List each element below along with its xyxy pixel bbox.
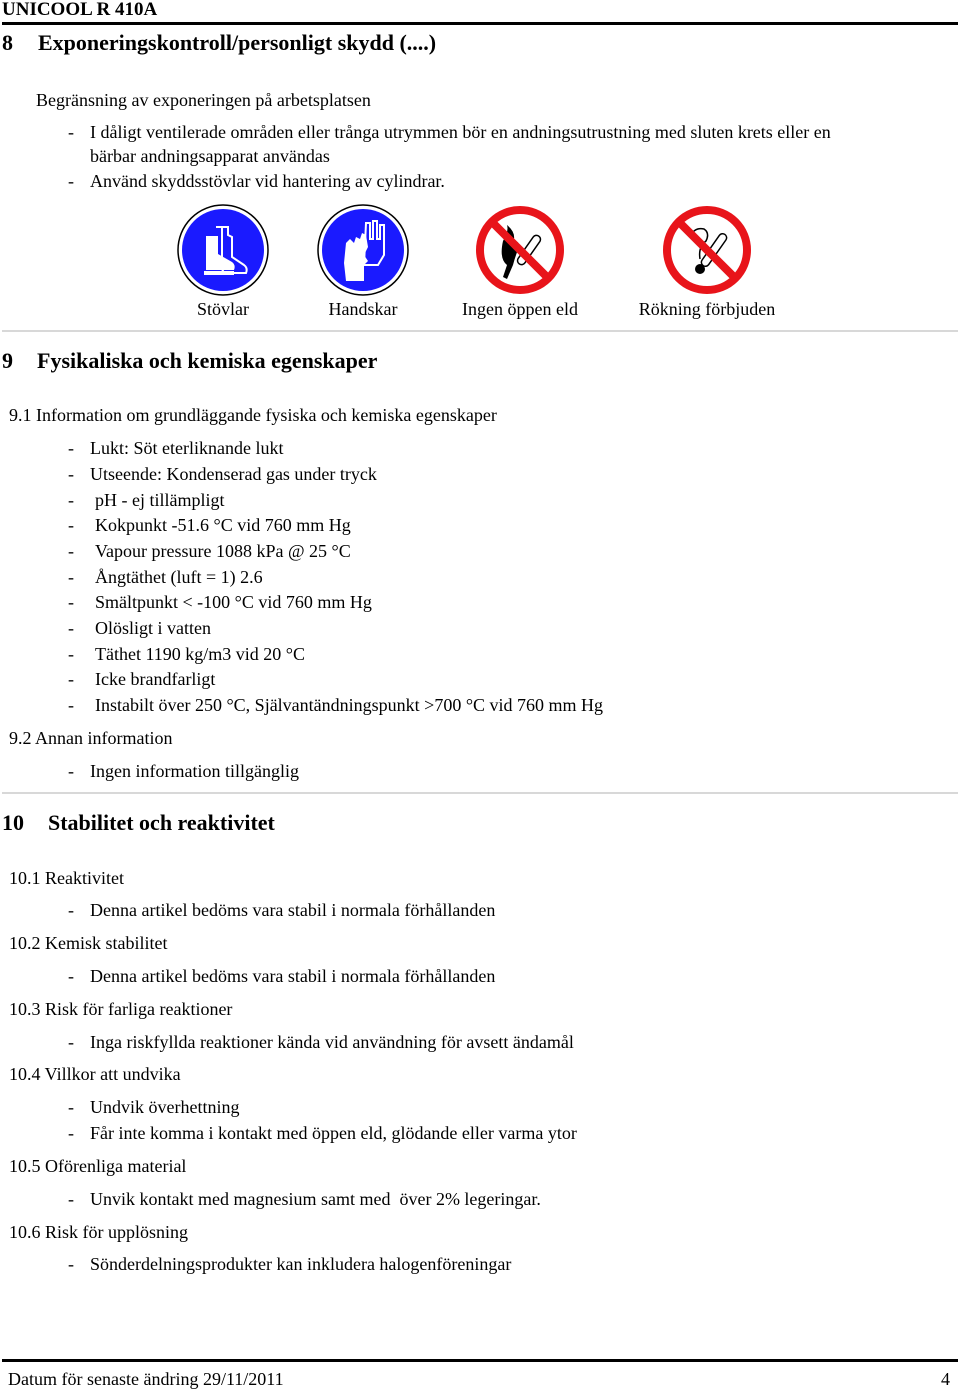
bullet-item: - Ingen information tillgänglig — [68, 761, 299, 781]
bullet-dash: - — [68, 618, 74, 638]
bullet-dash: - — [68, 1123, 74, 1143]
property-text: Instabilt över 250 °C, Självantändningsp… — [95, 695, 604, 715]
bullet-item: - Denna artikel bedöms vara stabil i norm… — [68, 900, 495, 921]
section-9-heading: 9 Fysikaliska och kemiska egenskaper — [2, 348, 377, 374]
section-number: 9 — [2, 348, 13, 373]
property-text: Lukt: Söt eterliknande lukt — [90, 438, 284, 458]
bullet-dash: - — [68, 567, 74, 587]
bullet-text: Denna artikel bedöms vara stabil i norma… — [90, 900, 496, 920]
property-item: - Utseende: Kondenserad gas under tryck — [68, 464, 377, 485]
section-title: Fysikaliska och kemiska egenskaper — [37, 348, 378, 373]
bullet-text: Sönderdelningsprodukter kan inkludera ha… — [90, 1254, 512, 1274]
no-smoking-icon — [660, 203, 754, 297]
bullet-continuation: bärbar andningsapparat användas — [90, 146, 330, 166]
subsection-title: 10.4 Villkor att undvika — [9, 1064, 181, 1084]
bullet-item: - Undvik överhettning — [68, 1097, 239, 1118]
subsection-title: 9.2 Annan information — [9, 728, 173, 748]
property-text: Smältpunkt < -100 °C vid 760 mm Hg — [95, 592, 372, 612]
bullet-dash: - — [68, 438, 74, 458]
sign-label: Handskar — [328, 299, 398, 319]
last-modified-date: Datum för senaste ändring 29/11/2011 — [8, 1369, 284, 1389]
subsection-title: 10.2 Kemisk stabilitet — [9, 933, 168, 953]
property-item: - pH - ej tillämpligt — [68, 490, 224, 511]
bullet-dash: - — [68, 695, 74, 715]
property-item: - Kokpunkt -51.6 °C vid 760 mm Hg — [68, 515, 351, 536]
subheading: Begränsning av exponeringen på arbetspla… — [36, 90, 371, 110]
subsection-title: 10.5 Oförenliga material — [9, 1156, 187, 1176]
bullet-text: Denna artikel bedöms vara stabil i norma… — [90, 966, 496, 986]
property-text: pH - ej tillämpligt — [95, 490, 225, 510]
bullet-dash: - — [68, 644, 74, 664]
bullet-dash: - — [68, 966, 74, 986]
property-text: Ångtäthet (luft = 1) 2.6 — [95, 567, 263, 587]
property-text: Kokpunkt -51.6 °C vid 760 mm Hg — [95, 515, 351, 535]
bullet-item: - Unvik kontakt med magnesium samt med öv… — [68, 1189, 541, 1210]
bullet-dash: - — [68, 1032, 74, 1052]
header-rule — [2, 22, 958, 25]
bullet-dash: - — [68, 1189, 74, 1209]
bullet-item: - Denna artikel bedöms vara stabil i norm… — [68, 966, 495, 987]
property-text: Icke brandfarligt — [95, 669, 216, 689]
gloves-icon — [316, 203, 410, 297]
bullet-text: Inga riskfyllda reaktioner kända vid anv… — [90, 1032, 574, 1052]
bullet-dash: - — [68, 515, 74, 535]
bullet-item: - Inga riskfyllda reaktioner kända vid an… — [68, 1032, 574, 1053]
sign-label: Rökning förbjuden — [638, 299, 776, 319]
bullet-text: Unvik kontakt med magnesium samt med öve… — [90, 1189, 541, 1209]
bullet-text: Undvik överhettning — [90, 1097, 240, 1117]
bullet-dash: - — [68, 464, 74, 484]
subsection-title: 10.1 Reaktivitet — [9, 868, 124, 888]
bullet-dash: - — [68, 592, 74, 612]
section-number: 10 — [2, 810, 24, 835]
section-divider — [2, 330, 958, 332]
no-open-flame-icon — [473, 203, 567, 297]
page-number: 4 — [941, 1369, 950, 1389]
section-8-heading: 8 Exponeringskontroll/personligt skydd (.… — [2, 30, 436, 56]
property-item: - Olösligt i vatten — [68, 618, 211, 639]
property-text: Olösligt i vatten — [95, 618, 211, 638]
boots-icon — [176, 203, 270, 297]
subsection-title: 9.1 Information om grundläggande fysiska… — [9, 405, 497, 425]
bullet-item: -I dåligt ventilerade områden eller trån… — [68, 122, 831, 142]
property-text: Vapour pressure 1088 kPa @ 25 °C — [95, 541, 351, 561]
bullet-dash: - — [68, 1254, 74, 1274]
section-10-heading: 10 Stabilitet och reaktivitet — [2, 810, 275, 836]
property-item: - Vapour pressure 1088 kPa @ 25 °C — [68, 541, 351, 562]
subsection-title: 10.3 Risk för farliga reaktioner — [9, 999, 233, 1019]
property-text: Utseende: Kondenserad gas under tryck — [90, 464, 377, 484]
bullet-dash: - — [68, 900, 74, 920]
bullet-item: - Sönderdelningsprodukter kan inkludera h… — [68, 1254, 511, 1275]
bullet-text: Får inte komma i kontakt med öppen eld, … — [90, 1123, 577, 1143]
footer-rule — [2, 1359, 958, 1362]
property-item: - Instabilt över 250 °C, Självantändnings… — [68, 695, 603, 716]
bullet-item: - Får inte komma i kontakt med öppen eld,… — [68, 1123, 577, 1144]
bullet-dash: - — [68, 541, 74, 561]
document-title: UNICOOL R 410A — [2, 0, 158, 20]
bullet-dash: - — [68, 490, 74, 510]
property-item: - Täthet 1190 kg/m3 vid 20 °C — [68, 644, 305, 665]
sign-label: Stövlar — [197, 299, 249, 319]
section-title: Stabilitet och reaktivitet — [48, 810, 275, 835]
property-text: Täthet 1190 kg/m3 vid 20 °C — [95, 644, 306, 664]
section-title: Exponeringskontroll/personligt skydd (..… — [38, 30, 437, 55]
sign-label: Ingen öppen eld — [462, 299, 578, 319]
bullet-dash: - — [68, 1097, 74, 1117]
bullet-dash: - — [68, 669, 74, 689]
section-number: 8 — [2, 30, 13, 55]
section-divider — [2, 792, 958, 794]
bullet-item: - Använd skyddsstövlar vid hantering av c… — [68, 171, 445, 191]
property-item: - Lukt: Söt eterliknande lukt — [68, 438, 283, 459]
property-item: - Icke brandfarligt — [68, 669, 215, 690]
property-item: - Smältpunkt < -100 °C vid 760 mm Hg — [68, 592, 372, 613]
property-item: - Ångtäthet (luft = 1) 2.6 — [68, 567, 263, 588]
subsection-title: 10.6 Risk för upplösning — [9, 1222, 189, 1242]
